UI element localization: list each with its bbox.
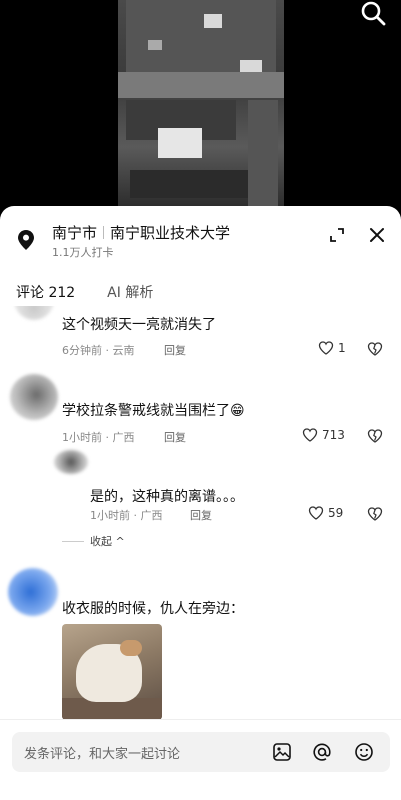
comment-sheet: 南宁市 南宁职业技术大学 1.1万人打卡 评论 212 AI 解析 这个视频天一亮… [0,206,401,800]
title-divider [103,226,105,239]
emoji-icon[interactable] [354,742,374,762]
comment-text: 学校拉条警戒线就当围栏了😁 [62,403,245,419]
collapse-label: 收起 [90,535,112,548]
checkin-count: 1.1万人打卡 [52,246,114,259]
like-count: 59 [328,506,344,520]
tab-ai-analysis[interactable]: AI 解析 [107,282,153,306]
reply-time: 1小时前 · 广西 [90,509,163,522]
comment-text: 这个视频天一亮就消失了 [62,317,216,333]
comment-input[interactable]: 发条评论，和大家一起讨论 [12,732,390,772]
like-button[interactable]: 713 [302,427,345,443]
comment-time: 6分钟前 · 云南 [62,344,135,357]
search-icon [361,1,386,26]
close-icon [370,228,384,242]
location-city: 南宁市 [52,224,98,242]
location-place: 南宁职业技术大学 [110,224,231,242]
divider [62,541,84,542]
reply-text: 是的，这种真的离谱。。。 [90,489,244,505]
reply-button[interactable]: 回复 [164,342,186,358]
broken-heart-icon[interactable] [367,506,383,522]
video-area[interactable] [0,0,401,210]
broken-heart-icon[interactable] [367,341,383,357]
location-header[interactable]: 南宁市 南宁职业技术大学 1.1万人打卡 [18,220,388,264]
broken-heart-icon[interactable] [367,428,383,444]
comment-text: 收衣服的时候，仇人在旁边： [62,601,244,617]
comment-time: 1小时前 · 广西 [62,431,135,444]
heart-icon [308,506,324,520]
tab-comments[interactable]: 评论 212 [16,282,75,306]
location-pin-icon [18,230,34,250]
video-frame [118,0,284,210]
comment-input-bar: 发条评论，和大家一起讨论 [0,719,401,800]
image-icon[interactable] [272,742,292,762]
comment-input-placeholder: 发条评论，和大家一起讨论 [24,747,181,762]
location-title: 南宁市 南宁职业技术大学 [52,222,230,243]
reply-button[interactable]: 回复 [190,507,212,523]
avatar[interactable] [10,374,58,420]
chevron-up-icon: ^ [112,535,125,548]
avatar[interactable] [14,306,54,320]
expand-button[interactable] [328,226,346,244]
comment-image[interactable] [62,624,162,720]
reply-button[interactable]: 回复 [164,429,186,445]
comment-list: 这个视频天一亮就消失了 6分钟前 · 云南 回复 1 学校拉条警戒线就当围栏了😁… [0,306,401,726]
search-button[interactable] [359,0,387,28]
like-button[interactable]: 59 [308,505,343,521]
like-count: 713 [322,428,345,442]
collapse-replies-button[interactable]: 收起 ^ [62,533,125,549]
heart-icon [302,428,318,442]
expand-icon [330,228,344,242]
close-button[interactable] [366,224,388,246]
at-icon[interactable] [312,742,332,762]
comment-tabs: 评论 212 AI 解析 [16,282,153,306]
heart-icon [318,341,334,355]
image-dog-ear [120,640,142,656]
like-button[interactable]: 1 [318,340,346,356]
avatar[interactable] [8,568,58,616]
like-count: 1 [338,341,346,355]
avatar[interactable] [54,450,88,474]
